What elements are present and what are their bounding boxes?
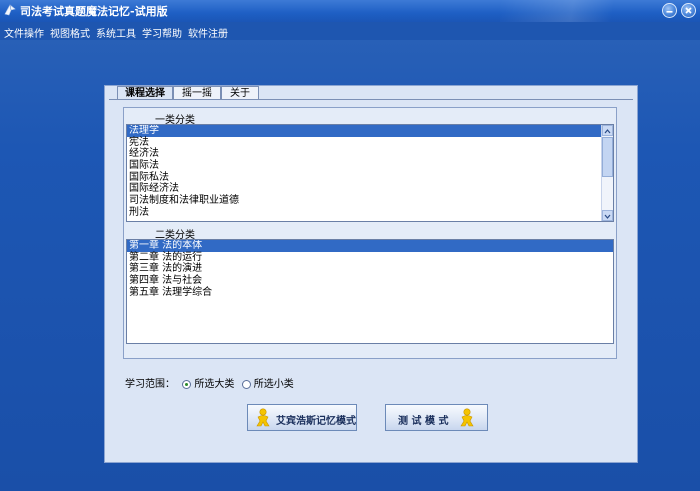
minimize-icon	[666, 11, 673, 13]
scroll-down-button[interactable]	[602, 210, 613, 221]
list-item[interactable]: 司法制度和法律职业道德	[127, 195, 613, 207]
scope-radio-category[interactable]	[182, 379, 192, 389]
list-item[interactable]: 第五章 法理学综合	[127, 287, 613, 299]
list-item[interactable]: 国际法	[127, 160, 613, 172]
test-mode-button[interactable]: 测 试 模 式	[385, 404, 488, 431]
list-item[interactable]: 法理学	[127, 125, 613, 137]
category1-scrollbar[interactable]	[601, 125, 613, 221]
tab-course-select[interactable]: 课程选择	[117, 86, 173, 100]
scroll-thumb[interactable]	[602, 137, 613, 177]
chevron-down-icon	[604, 214, 611, 219]
scroll-up-button[interactable]	[602, 125, 613, 136]
category1-list[interactable]: 法理学 宪法 经济法 国际法 国际私法 国际经济法 司法制度和法律职业道德 刑法	[126, 124, 614, 222]
menu-file[interactable]: 文件操作	[4, 25, 44, 40]
chevron-up-icon	[604, 129, 611, 134]
list-item[interactable]: 第三章 法的演进	[127, 263, 613, 275]
scope-label: 学习范围：	[125, 379, 175, 390]
list-item[interactable]: 经济法	[127, 148, 613, 160]
app-icon	[3, 3, 17, 20]
list-item[interactable]: 第二章 法的运行	[127, 252, 613, 264]
title-decoration	[500, 0, 660, 22]
menu-bar: 文件操作 视图格式 系统工具 学习帮助 软件注册	[0, 22, 700, 40]
scope-option-subcategory[interactable]: 所选小类	[254, 379, 294, 390]
test-mode-label: 测 试 模 式	[398, 416, 449, 427]
mascot-figure-icon	[458, 408, 476, 431]
title-bar: 司法考试真题魔法记忆-试用版	[0, 0, 700, 22]
mascot-figure-icon	[254, 408, 272, 431]
tab-divider	[109, 99, 633, 100]
menu-help[interactable]: 学习帮助	[142, 25, 182, 40]
category2-list[interactable]: 第一章 法的本体 第二章 法的运行 第三章 法的演进 第四章 法与社会 第五章 …	[126, 239, 614, 344]
scope-radio-subcategory[interactable]	[241, 379, 251, 389]
menu-tools[interactable]: 系统工具	[96, 25, 136, 40]
list-item[interactable]: 国际私法	[127, 172, 613, 184]
ebbinghaus-mode-label: 艾宾浩斯记忆模式	[276, 416, 356, 427]
menu-register[interactable]: 软件注册	[188, 25, 228, 40]
scope-selector: 学习范围： 所选大类 所选小类	[125, 375, 294, 390]
minimize-button[interactable]	[662, 3, 677, 18]
list-item[interactable]: 宪法	[127, 137, 613, 149]
list-item[interactable]: 第四章 法与社会	[127, 275, 613, 287]
window-title: 司法考试真题魔法记忆-试用版	[20, 5, 168, 18]
close-icon	[685, 7, 692, 14]
main-panel: 课程选择 摇一摇 关于 一类分类 法理学 宪法 经济法 国际法 国际私法 国际经…	[104, 85, 638, 463]
close-button[interactable]	[681, 3, 696, 18]
list-item[interactable]: 刑法	[127, 207, 613, 219]
list-item[interactable]: 第一章 法的本体	[127, 240, 613, 252]
scope-option-category[interactable]: 所选大类	[194, 379, 234, 390]
category-group: 一类分类 法理学 宪法 经济法 国际法 国际私法 国际经济法 司法制度和法律职业…	[123, 107, 617, 359]
menu-view[interactable]: 视图格式	[50, 25, 90, 40]
list-item[interactable]: 国际经济法	[127, 183, 613, 195]
ebbinghaus-mode-button[interactable]: 艾宾浩斯记忆模式	[247, 404, 357, 431]
tab-shake[interactable]: 摇一摇	[173, 86, 221, 99]
tab-about[interactable]: 关于	[221, 86, 259, 99]
